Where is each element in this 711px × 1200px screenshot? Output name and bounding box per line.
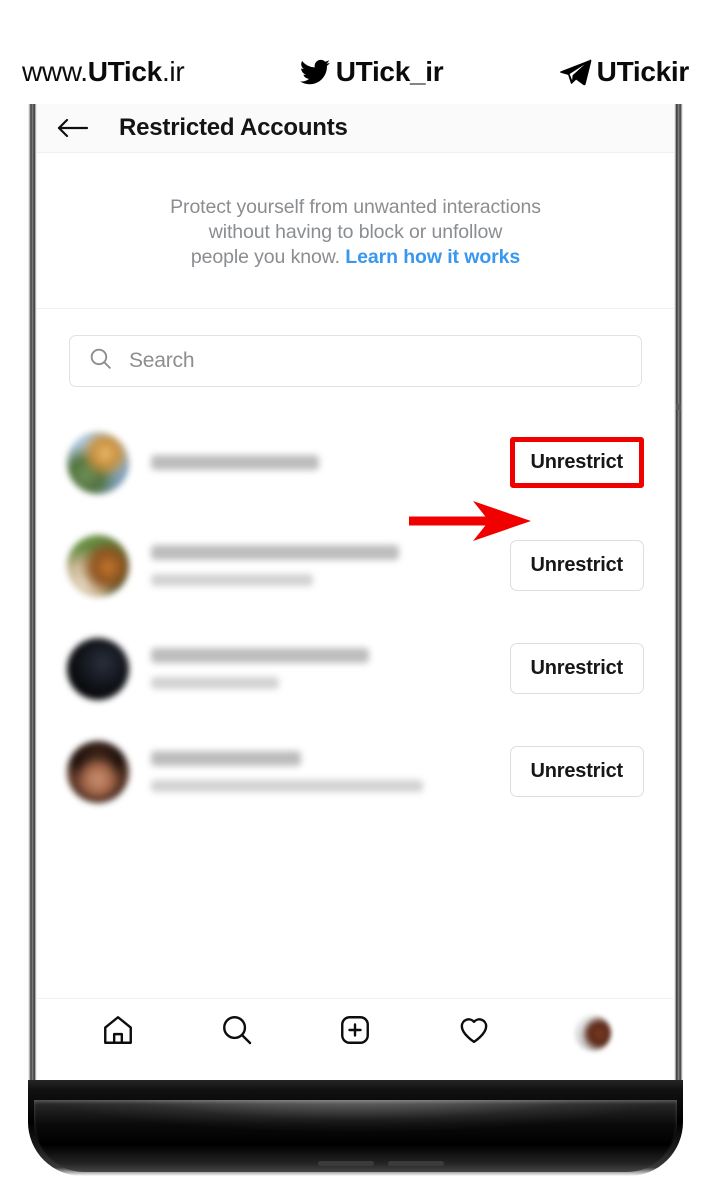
account-fullname xyxy=(151,780,423,792)
search-input[interactable]: Search xyxy=(69,335,642,387)
watermark-site-brand: UTick xyxy=(87,56,163,87)
watermark-site-suffix: .ir xyxy=(161,56,185,87)
nav-home[interactable] xyxy=(89,1007,147,1059)
table-row[interactable]: Unrestrict xyxy=(37,720,674,823)
search-placeholder: Search xyxy=(129,349,195,372)
account-names xyxy=(151,455,510,470)
restricted-accounts-list: Unrestrict Unrestrict Unrestrict Unrestr… xyxy=(37,407,674,823)
table-row[interactable]: Unrestrict xyxy=(37,514,674,617)
description-line-2: without having to block or unfollow xyxy=(208,221,503,243)
account-username xyxy=(151,751,301,766)
unrestrict-button[interactable]: Unrestrict xyxy=(509,643,644,694)
phone-side-button[interactable] xyxy=(676,404,681,410)
account-fullname xyxy=(151,574,313,586)
add-post-icon xyxy=(338,1013,372,1052)
search-icon xyxy=(88,346,113,376)
unrestrict-button[interactable]: Unrestrict xyxy=(509,437,644,488)
account-names xyxy=(151,648,510,689)
watermark-branding-bar: www.UTick.ir UTick_ir UTickir xyxy=(0,42,711,102)
account-names xyxy=(151,545,510,586)
avatar[interactable] xyxy=(67,740,129,803)
phone-bottom-port-left xyxy=(318,1161,374,1166)
account-username xyxy=(151,545,399,560)
unrestrict-button[interactable]: Unrestrict xyxy=(509,540,644,591)
account-username xyxy=(151,648,369,663)
avatar[interactable] xyxy=(67,534,129,597)
watermark-telegram: UTickir xyxy=(557,56,689,88)
description-text: Protect yourself from unwanted interacti… xyxy=(81,195,630,270)
account-names xyxy=(151,751,510,792)
description-line-1: Protect yourself from unwanted interacti… xyxy=(170,196,541,218)
table-row[interactable]: Unrestrict xyxy=(37,617,674,720)
heart-icon xyxy=(457,1013,491,1052)
description-block: Protect yourself from unwanted interacti… xyxy=(37,153,674,309)
watermark-site-prefix: www. xyxy=(22,56,88,87)
nav-add-post[interactable] xyxy=(326,1007,384,1059)
account-username xyxy=(151,455,319,470)
search-icon xyxy=(220,1013,254,1052)
page-title: Restricted Accounts xyxy=(119,114,348,141)
telegram-plane-icon xyxy=(557,57,593,87)
description-line-3: people you know. xyxy=(190,246,340,268)
phone-device: Restricted Accounts Protect yourself fro… xyxy=(28,104,683,1176)
app-header: Restricted Accounts xyxy=(37,104,674,153)
table-row[interactable]: Unrestrict xyxy=(37,411,674,514)
unrestrict-button[interactable]: Unrestrict xyxy=(509,746,644,797)
back-arrow-icon[interactable] xyxy=(53,111,93,145)
learn-how-it-works-link[interactable]: Learn how it works xyxy=(345,246,520,268)
avatar[interactable] xyxy=(67,637,129,700)
watermark-twitter: UTick_ir xyxy=(298,56,444,88)
instagram-app: Restricted Accounts Protect yourself fro… xyxy=(37,104,674,1080)
bottom-navigation-bar xyxy=(37,998,674,1080)
avatar[interactable] xyxy=(67,431,129,494)
phone-bottom-port-right xyxy=(388,1161,444,1166)
home-icon xyxy=(101,1013,135,1052)
phone-right-rail xyxy=(674,104,683,1080)
watermark-website: www.UTick.ir xyxy=(22,56,185,88)
watermark-telegram-handle: UTickir xyxy=(596,56,690,87)
search-section: Search xyxy=(37,309,674,407)
account-fullname xyxy=(151,677,279,689)
profile-avatar-icon xyxy=(574,1014,611,1051)
twitter-bird-icon xyxy=(298,57,332,87)
nav-profile[interactable] xyxy=(564,1007,622,1059)
phone-left-rail xyxy=(28,104,37,1080)
phone-screen: Restricted Accounts Protect yourself fro… xyxy=(37,104,674,1080)
watermark-twitter-handle: UTick_ir xyxy=(335,56,444,87)
nav-activity[interactable] xyxy=(445,1007,503,1059)
nav-search[interactable] xyxy=(208,1007,266,1059)
